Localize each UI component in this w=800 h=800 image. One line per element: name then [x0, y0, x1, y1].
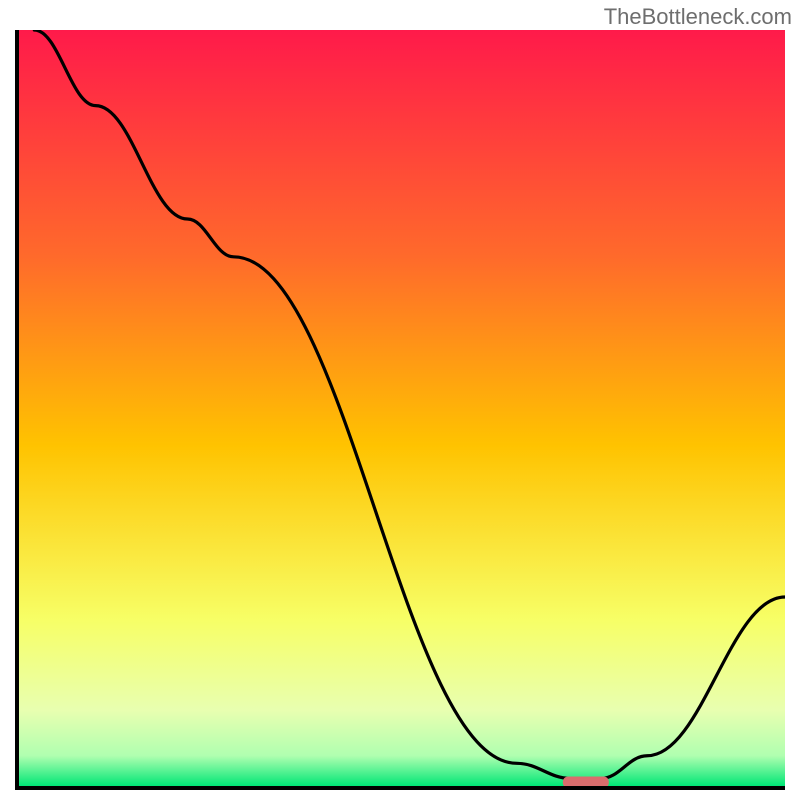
gradient-background	[19, 30, 785, 786]
plot-area	[15, 30, 785, 790]
watermark-text: TheBottleneck.com	[604, 4, 792, 30]
chart-canvas	[19, 30, 785, 786]
optimum-marker	[563, 777, 609, 786]
